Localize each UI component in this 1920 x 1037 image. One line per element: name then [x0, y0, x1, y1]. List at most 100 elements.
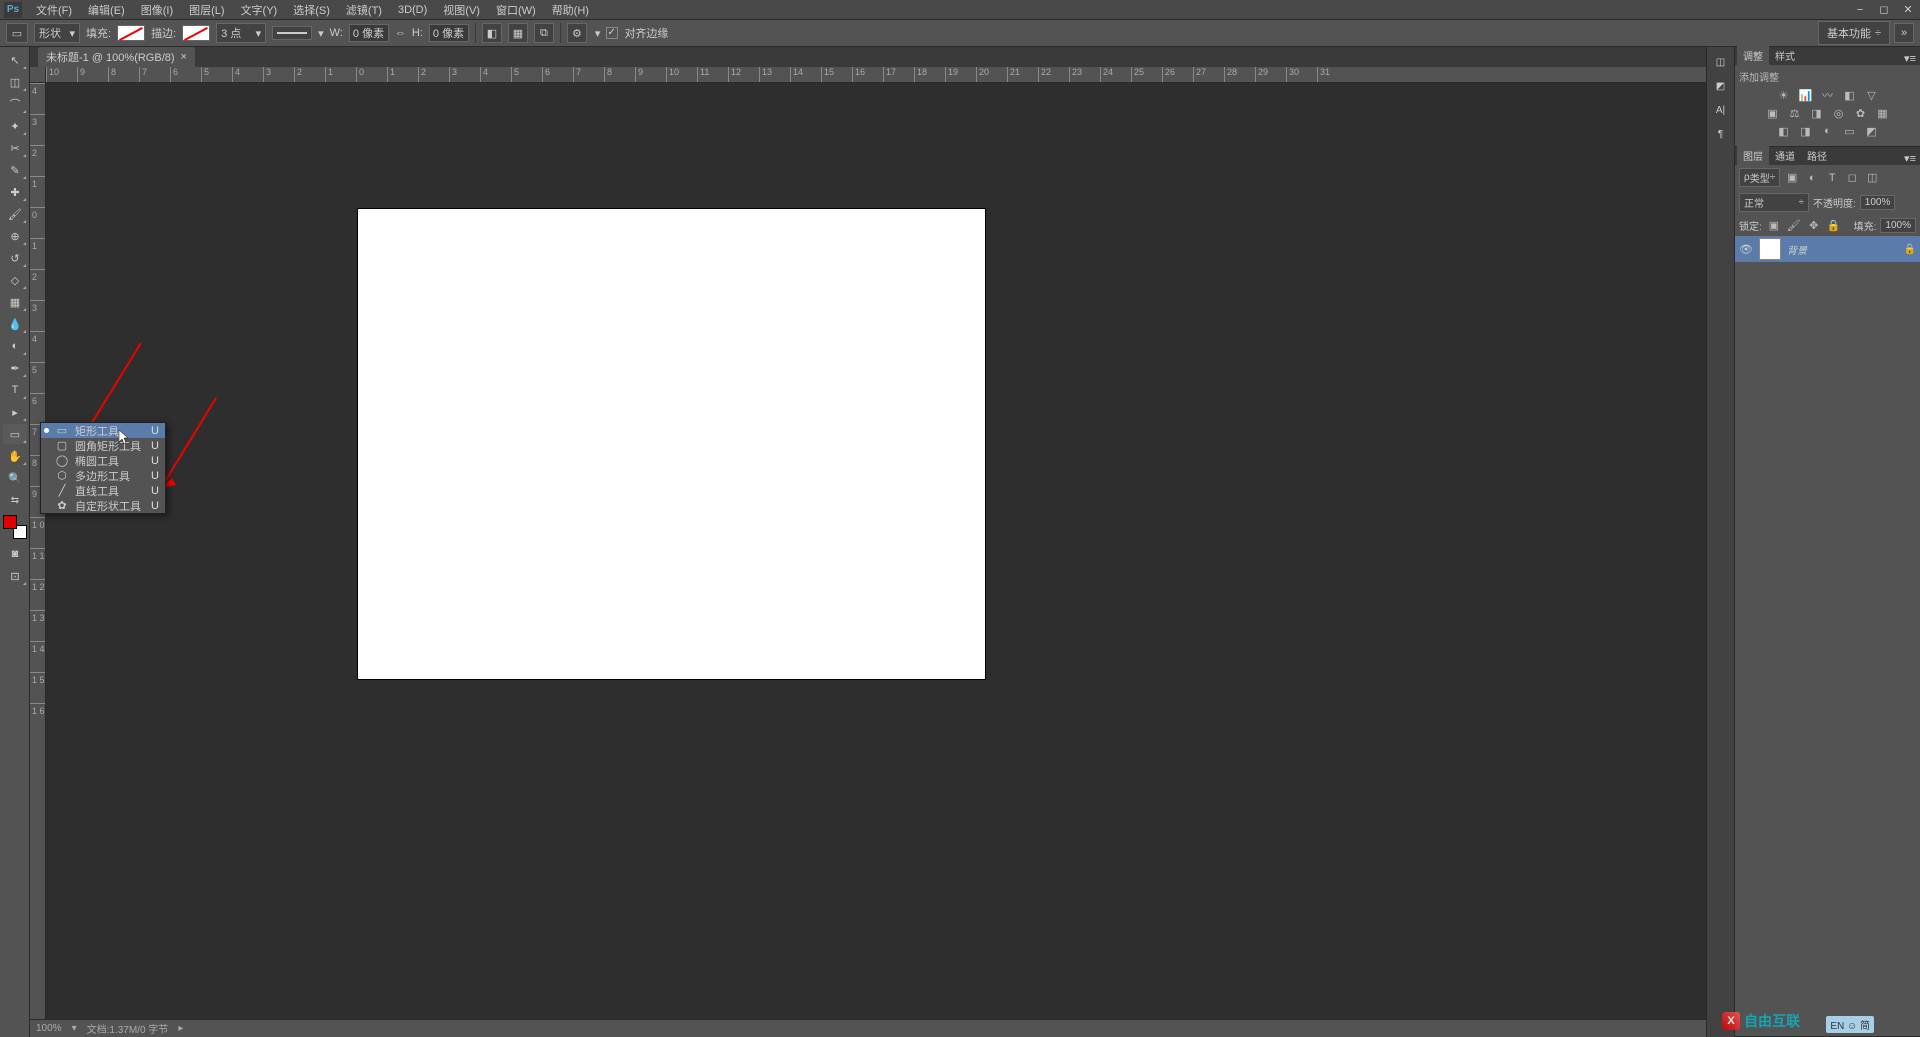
canvas[interactable] [358, 209, 985, 679]
maximize-button[interactable]: ◻ [1872, 2, 1896, 18]
horizontal-ruler[interactable]: 1098765432101234567891011121314151617181… [46, 67, 1706, 83]
flyout-item-3[interactable]: ⬡多边形工具U [41, 468, 165, 483]
brightness-icon[interactable]: ☀ [1776, 88, 1792, 102]
layer-row-background[interactable]: 👁 背景 🔒 [1735, 236, 1920, 262]
photo-filter-icon[interactable]: ◎ [1831, 106, 1847, 120]
lock-transparent-icon[interactable]: ▣ [1766, 219, 1782, 233]
dodge-tool[interactable]: ◐ [3, 336, 27, 356]
panel-menu-icon[interactable]: ▾≡ [1900, 52, 1920, 65]
eraser-tool[interactable]: ◇ [3, 270, 27, 290]
swap-colors-icon[interactable]: ⇆ [3, 490, 27, 510]
stamp-tool[interactable]: ⊕ [3, 226, 27, 246]
opacity-field[interactable]: 100% [1860, 195, 1896, 210]
healing-tool[interactable]: ✚ [3, 182, 27, 202]
posterize-icon[interactable]: ◨ [1798, 124, 1814, 138]
menu-3d[interactable]: 3D(D) [390, 1, 435, 19]
fill-swatch[interactable] [117, 25, 145, 41]
lock-position-icon[interactable]: ✥ [1806, 219, 1822, 233]
lock-pixels-icon[interactable]: 🖌 [1786, 219, 1802, 233]
hue-icon[interactable]: ▣ [1765, 106, 1781, 120]
vertical-ruler[interactable]: 432101234567891 01 11 21 31 41 51 6 [30, 83, 46, 1037]
menu-file[interactable]: 文件(F) [28, 1, 80, 19]
color-wells[interactable] [3, 515, 27, 539]
link-wh-icon[interactable]: ⇔ [395, 27, 406, 39]
menu-window[interactable]: 窗口(W) [488, 1, 544, 19]
menu-select[interactable]: 选择(S) [285, 1, 338, 19]
balance-icon[interactable]: ⚖ [1787, 106, 1803, 120]
menu-image[interactable]: 图像(I) [133, 1, 181, 19]
collapsed-panel-icon[interactable]: ◫ [1709, 51, 1733, 73]
shape-tool[interactable]: ▭ [3, 424, 27, 444]
menu-view[interactable]: 视图(V) [435, 1, 488, 19]
flyout-item-2[interactable]: ◯椭圆工具U [41, 453, 165, 468]
menu-type[interactable]: 文字(Y) [233, 1, 286, 19]
panel-collapse-button[interactable]: » [1894, 23, 1914, 43]
tab-styles[interactable]: 样式 [1769, 46, 1801, 65]
stroke-swatch[interactable] [182, 25, 210, 41]
layer-visibility-icon[interactable]: 👁 [1739, 243, 1753, 256]
channel-mixer-icon[interactable]: ✿ [1853, 106, 1869, 120]
width-field[interactable]: 0 像素 [349, 24, 389, 42]
filter-adjust-icon[interactable]: ◐ [1804, 171, 1820, 185]
crop-tool[interactable]: ✂ [3, 138, 27, 158]
menu-help[interactable]: 帮助(H) [544, 1, 597, 19]
history-brush-tool[interactable]: ↺ [3, 248, 27, 268]
eyedropper-tool[interactable]: ✎ [3, 160, 27, 180]
tab-layers[interactable]: 图层 [1737, 146, 1769, 165]
hand-tool[interactable]: ✋ [3, 446, 27, 466]
workspace-dropdown[interactable]: 基本功能÷ [1818, 21, 1890, 45]
invert-icon[interactable]: ◧ [1776, 124, 1792, 138]
blend-mode-dropdown[interactable]: 正常÷ [1739, 193, 1809, 212]
zoom-tool[interactable]: 🔍 [3, 468, 27, 488]
exposure-icon[interactable]: ◧ [1842, 88, 1858, 102]
zoom-level[interactable]: 100% [36, 1023, 62, 1034]
close-button[interactable]: ✕ [1896, 2, 1920, 18]
filter-type-icon[interactable]: T [1824, 171, 1840, 185]
bw-icon[interactable]: ◨ [1809, 106, 1825, 120]
menu-edit[interactable]: 编辑(E) [80, 1, 133, 19]
wand-tool[interactable]: ✦ [3, 116, 27, 136]
zoom-dropdown-icon[interactable]: ▾ [72, 1023, 77, 1034]
flyout-item-4[interactable]: ╱直线工具U [41, 483, 165, 498]
flyout-item-0[interactable]: ▭矩形工具U [41, 423, 165, 438]
path-select-tool[interactable]: ▸ [3, 402, 27, 422]
layer-thumbnail[interactable] [1759, 238, 1781, 260]
layer-filter-type[interactable]: ρ 类型 ÷ [1739, 168, 1780, 187]
flyout-item-5[interactable]: ✿自定形状工具U [41, 498, 165, 513]
panel-menu-icon[interactable]: ▾≡ [1900, 152, 1920, 165]
collapsed-panel-icon[interactable]: ¶ [1709, 123, 1733, 145]
filter-smart-icon[interactable]: ◫ [1864, 171, 1880, 185]
tool-preset-icon[interactable]: ▭ [6, 23, 28, 43]
align-edges-checkbox[interactable] [606, 27, 618, 39]
tab-adjustments[interactable]: 调整 [1737, 46, 1769, 65]
status-arrow-icon[interactable]: ▸ [178, 1023, 183, 1034]
shape-settings-button[interactable]: ⚙ [567, 23, 587, 43]
collapsed-char-panel-icon[interactable]: A| [1709, 99, 1733, 121]
lasso-tool[interactable]: ⌒ [3, 94, 27, 114]
shape-mode-dropdown[interactable]: 形状▾ [34, 23, 80, 43]
path-operations-button[interactable]: ◧ [482, 23, 502, 43]
vibrance-icon[interactable]: ▽ [1864, 88, 1880, 102]
selective-icon[interactable]: ◩ [1864, 124, 1880, 138]
levels-icon[interactable]: 📊 [1798, 88, 1814, 102]
arrange-button[interactable]: ⧉ [534, 23, 554, 43]
document-tab[interactable]: 未标题-1 @ 100%(RGB/8) × [38, 47, 195, 67]
fill-opacity-field[interactable]: 100% [1880, 218, 1916, 233]
stroke-width-dropdown[interactable]: 3 点▾ [216, 23, 266, 43]
tab-channels[interactable]: 通道 [1769, 146, 1801, 165]
collapsed-panel-icon[interactable]: ◩ [1709, 75, 1733, 97]
tab-paths[interactable]: 路径 [1801, 146, 1833, 165]
stroke-style-dropdown[interactable] [272, 26, 312, 40]
gradient-map-icon[interactable]: ▭ [1842, 124, 1858, 138]
curves-icon[interactable]: 〰 [1820, 88, 1836, 102]
filter-pixel-icon[interactable]: ▣ [1784, 171, 1800, 185]
menu-layer[interactable]: 图层(L) [181, 1, 232, 19]
gradient-tool[interactable]: ▦ [3, 292, 27, 312]
move-tool[interactable]: ↖ [3, 50, 27, 70]
flyout-item-1[interactable]: ▢圆角矩形工具U [41, 438, 165, 453]
threshold-icon[interactable]: ◐ [1820, 124, 1836, 138]
layer-name[interactable]: 背景 [1787, 242, 1807, 257]
blur-tool[interactable]: 💧 [3, 314, 27, 334]
type-tool[interactable]: T [3, 380, 27, 400]
minimize-button[interactable]: − [1848, 2, 1872, 18]
